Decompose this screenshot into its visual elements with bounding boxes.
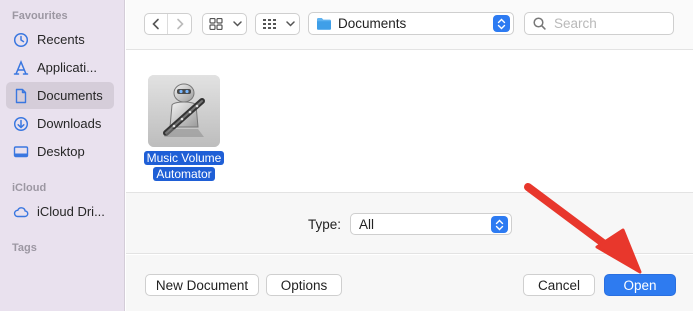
navigation-buttons: [144, 13, 192, 35]
cloud-icon: [13, 204, 29, 220]
file-browser: Music Volume Automator: [126, 51, 693, 191]
chevron-down-icon: [282, 14, 298, 34]
favourites-section-label: Favourites: [12, 10, 68, 22]
file-name-line-1: Music Volume: [143, 151, 225, 165]
automator-icon: [148, 75, 220, 147]
search-input[interactable]: [552, 15, 662, 32]
bottom-bar: New Document Options Cancel Open: [126, 255, 693, 311]
open-button[interactable]: Open: [604, 274, 676, 296]
view-mode-button[interactable]: [202, 13, 247, 35]
sidebar-item-label: iCloud Dri...: [37, 204, 105, 219]
location-popup[interactable]: Documents: [308, 12, 514, 35]
group-by-button[interactable]: [255, 13, 300, 35]
sidebar-item-label: Documents: [37, 88, 103, 103]
type-label: Type:: [308, 217, 342, 232]
file-name-line-2: Automator: [153, 167, 215, 181]
updown-chevron-icon: [493, 15, 510, 32]
icloud-section-label: iCloud: [12, 182, 47, 194]
sidebar-item-label: Downloads: [37, 116, 102, 131]
cancel-button[interactable]: Cancel: [523, 274, 595, 296]
desktop-icon: [13, 144, 29, 160]
location-label: Documents: [338, 16, 407, 31]
back-button[interactable]: [145, 14, 168, 34]
grid-view-icon: [203, 14, 229, 34]
applications-icon: [13, 59, 29, 76]
document-icon: [13, 88, 29, 104]
sidebar-item-desktop[interactable]: Desktop: [6, 138, 114, 165]
sidebar-item-label: Applicati...: [37, 60, 97, 75]
sidebar-item-applications[interactable]: Applicati...: [6, 54, 114, 81]
new-document-button[interactable]: New Document: [145, 274, 259, 296]
file-name: Music Volume Automator: [139, 150, 229, 182]
type-value: All: [359, 216, 375, 232]
sidebar-item-recents[interactable]: Recents: [6, 26, 114, 53]
tags-section-label: Tags: [12, 242, 37, 254]
toolbar: Documents: [126, 0, 693, 50]
search-icon: [533, 17, 546, 30]
sidebar-item-documents[interactable]: Documents: [6, 82, 114, 109]
group-icon: [256, 14, 282, 34]
sidebar: Favourites Recents Applicati... Document…: [0, 0, 125, 311]
chevron-left-icon: [152, 18, 159, 30]
chevron-down-icon: [229, 14, 245, 34]
forward-button[interactable]: [168, 14, 191, 34]
options-button[interactable]: Options: [266, 274, 342, 296]
sidebar-item-label: Recents: [37, 32, 85, 47]
chevron-right-icon: [176, 18, 184, 30]
clock-icon: [13, 32, 29, 48]
sidebar-item-downloads[interactable]: Downloads: [6, 110, 114, 137]
type-popup[interactable]: All: [350, 213, 512, 235]
sidebar-item-label: Desktop: [37, 144, 85, 159]
type-filter-row: Type: All: [126, 192, 693, 254]
search-field[interactable]: [524, 12, 674, 35]
download-icon: [13, 116, 29, 132]
folder-icon: [317, 18, 331, 30]
sidebar-item-icloud-drive[interactable]: iCloud Dri...: [6, 198, 114, 225]
updown-chevron-icon: [491, 216, 508, 233]
